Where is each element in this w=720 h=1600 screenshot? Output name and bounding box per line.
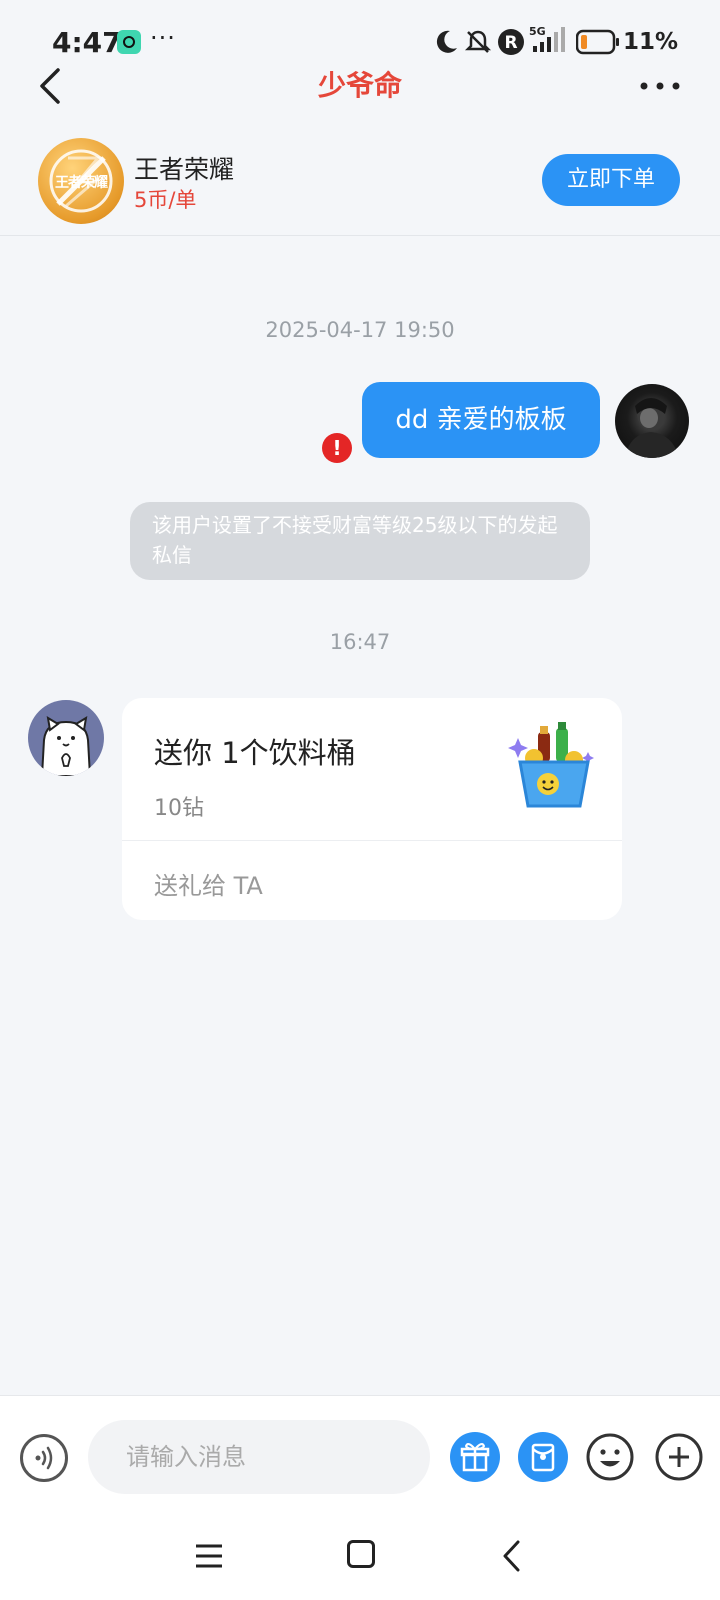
- message-timestamp: 2025-04-17 19:50: [265, 318, 455, 342]
- game-name: 王者荣耀: [134, 155, 235, 184]
- signal-5g-icon: 5G: [529, 25, 565, 52]
- svg-text:5G: 5G: [529, 25, 546, 38]
- gift-title: 送你 1个饮料桶: [154, 736, 356, 770]
- more-notifications-icon: ···: [150, 24, 176, 52]
- message-input[interactable]: [88, 1420, 430, 1494]
- gift-button[interactable]: [450, 1432, 500, 1482]
- send-gift-button[interactable]: 送礼给 TA: [154, 866, 263, 901]
- gift-icon: [460, 1443, 490, 1472]
- gift-price: 10钻: [154, 796, 204, 821]
- envelope-icon: [531, 1443, 555, 1472]
- voice-input-button[interactable]: [20, 1434, 68, 1482]
- send-failed-icon[interactable]: !: [322, 433, 352, 463]
- moon-icon: [436, 30, 457, 53]
- emoji-icon[interactable]: [585, 1432, 635, 1482]
- svg-text:R: R: [504, 33, 517, 53]
- page-title: 少爷命: [317, 69, 402, 102]
- voice-icon: [35, 1446, 53, 1470]
- outgoing-message-bubble[interactable]: dd 亲爱的板板: [362, 382, 600, 458]
- plus-icon[interactable]: [654, 1432, 704, 1482]
- battery-icon: [576, 29, 619, 55]
- app-notification-icon: [117, 30, 141, 54]
- message-timestamp: 16:47: [329, 630, 391, 654]
- order-now-button[interactable]: 立即下单: [542, 154, 680, 206]
- system-notice: 该用户设置了不接受财富等级25级以下的发起私信: [130, 502, 590, 580]
- more-options-icon[interactable]: [640, 78, 680, 94]
- battery-percent: 11%: [623, 29, 679, 55]
- status-time: 4:47: [52, 26, 122, 59]
- gift-card-divider: [122, 840, 622, 841]
- drink-bucket-icon: [508, 722, 594, 808]
- recent-apps-icon[interactable]: [193, 1538, 225, 1574]
- bell-muted-icon: [464, 30, 492, 53]
- nav-back-icon[interactable]: [500, 1538, 524, 1574]
- sender-avatar[interactable]: [28, 700, 104, 776]
- home-icon[interactable]: [347, 1540, 375, 1568]
- r-badge-icon: R: [498, 29, 524, 55]
- game-price: 5币/单: [134, 188, 197, 212]
- my-avatar[interactable]: [615, 384, 689, 458]
- game-logo-text: 王者荣耀: [55, 175, 108, 191]
- red-packet-button[interactable]: [518, 1432, 568, 1482]
